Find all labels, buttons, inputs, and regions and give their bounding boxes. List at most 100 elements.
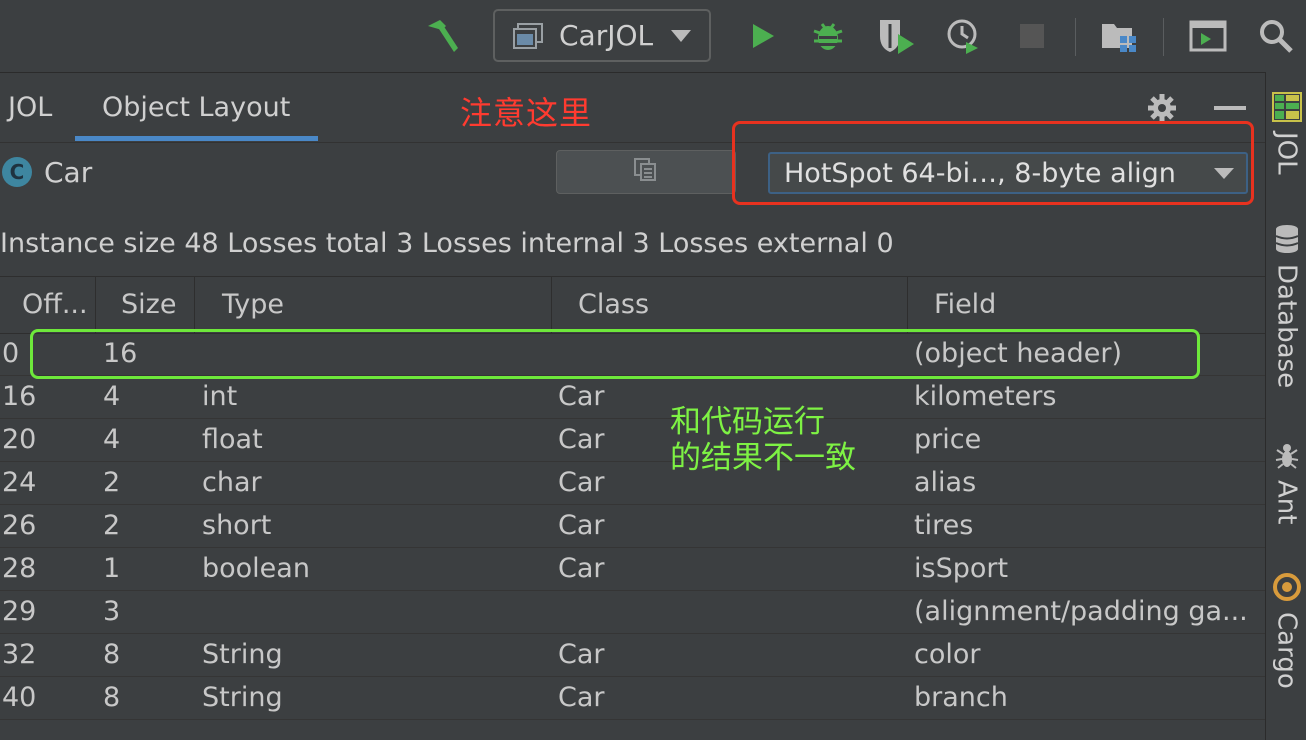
terminal-icon[interactable] <box>1186 14 1230 58</box>
cell-field: tires <box>914 510 974 541</box>
cell-class: Car <box>558 467 605 498</box>
cell-class: Car <box>558 381 605 412</box>
cell-class: Car <box>558 682 605 713</box>
cargo-icon <box>1272 572 1302 606</box>
run-configuration-select[interactable]: CarJOL <box>493 9 711 62</box>
cell-type: char <box>202 467 262 498</box>
project-structure-icon[interactable] <box>1098 14 1142 58</box>
cell-field: color <box>914 639 981 670</box>
table-row[interactable]: 20 4 float Car price <box>0 419 1265 462</box>
cell-type: short <box>202 510 272 541</box>
cell-size: 8 <box>103 682 121 713</box>
toolbar-separator <box>1163 18 1164 56</box>
table-row[interactable]: 16 4 int Car kilometers <box>0 376 1265 419</box>
active-tab-indicator <box>75 136 318 141</box>
cell-field: branch <box>914 682 1008 713</box>
annotation-green: 和代码运行 的结果不一致 <box>670 404 856 476</box>
tab-object-layout[interactable]: Object Layout <box>102 92 290 123</box>
cell-field: kilometers <box>914 381 1057 412</box>
column-divider[interactable] <box>907 277 908 333</box>
toolbar-separator <box>1075 18 1076 56</box>
run-icon[interactable] <box>740 14 784 58</box>
table-row[interactable]: 29 3 (alignment/padding ga... <box>0 591 1265 634</box>
gear-icon[interactable] <box>1146 92 1178 124</box>
sidebar-item-label: Ant <box>1271 480 1302 525</box>
column-type[interactable]: Type <box>222 289 284 320</box>
search-icon[interactable] <box>1254 14 1298 58</box>
cell-type: String <box>202 639 283 670</box>
cell-offset: 32 <box>2 639 37 670</box>
column-size[interactable]: Size <box>121 289 176 320</box>
sidebar-item-ant[interactable]: Ant <box>1266 440 1306 524</box>
cell-class: Car <box>558 510 605 541</box>
cell-offset: 29 <box>2 596 37 627</box>
sidebar-item-label: JOL <box>1271 132 1302 175</box>
cell-offset: 16 <box>2 381 37 412</box>
cell-type: int <box>202 381 238 412</box>
column-field[interactable]: Field <box>934 289 996 320</box>
copy-button[interactable] <box>556 150 736 194</box>
red-highlight-box <box>732 121 1254 205</box>
sidebar-item-label: Cargo <box>1271 612 1302 689</box>
main-toolbar: CarJOL <box>0 0 1306 73</box>
cell-size: 8 <box>103 639 121 670</box>
cell-offset: 40 <box>2 682 37 713</box>
ant-icon <box>1273 440 1301 474</box>
cell-size: 1 <box>103 553 121 584</box>
cell-offset: 28 <box>2 553 37 584</box>
sidebar-item-jol[interactable]: JOL <box>1266 92 1306 175</box>
coverage-icon[interactable] <box>874 14 918 58</box>
column-divider[interactable] <box>551 277 552 333</box>
table-row[interactable]: 32 8 String Car color <box>0 634 1265 677</box>
right-tool-bar: JOL Database Ant Cargo <box>1265 72 1306 740</box>
jol-icon <box>1271 92 1302 126</box>
annotation-red: 注意这里 <box>460 94 593 132</box>
annotation-green-line2: 的结果不一致 <box>670 440 856 476</box>
cell-size: 2 <box>103 510 121 541</box>
run-configuration-label: CarJOL <box>559 19 654 52</box>
tab-jol[interactable]: JOL <box>8 92 52 123</box>
minimize-icon[interactable] <box>1214 106 1246 110</box>
cell-size: 2 <box>103 467 121 498</box>
cell-size: 4 <box>103 424 121 455</box>
window-icon <box>513 22 543 49</box>
column-divider[interactable] <box>194 277 195 333</box>
table-row[interactable]: 26 2 short Car tires <box>0 505 1265 548</box>
column-divider[interactable] <box>95 277 96 333</box>
table-header: Off... Size Type Class Field <box>0 276 1265 334</box>
sidebar-item-database[interactable]: Database <box>1266 224 1306 388</box>
cell-type: String <box>202 682 283 713</box>
profile-icon[interactable] <box>942 14 986 58</box>
table-row[interactable]: 40 8 String Car branch <box>0 677 1265 720</box>
annotation-green-line1: 和代码运行 <box>670 404 825 440</box>
chevron-down-icon <box>671 29 691 42</box>
cell-size: 4 <box>103 381 121 412</box>
database-icon <box>1273 224 1301 258</box>
stop-icon[interactable] <box>1010 14 1054 58</box>
column-class[interactable]: Class <box>578 289 649 320</box>
hammer-icon[interactable] <box>420 14 464 58</box>
cell-offset: 26 <box>2 510 37 541</box>
cell-class: Car <box>558 639 605 670</box>
cell-field: isSport <box>914 553 1009 584</box>
table-row[interactable]: 24 2 char Car alias <box>0 462 1265 505</box>
green-highlight-box <box>30 329 1200 379</box>
cell-offset: 0 <box>2 338 20 369</box>
layout-table: 0 16 (object header) 16 4 int Car kilome… <box>0 333 1265 720</box>
cell-size: 3 <box>103 596 121 627</box>
copy-icon <box>633 157 659 187</box>
column-offset[interactable]: Off... <box>22 289 88 320</box>
instance-summary: Instance size 48 Losses total 3 Losses i… <box>0 228 894 259</box>
cell-field: price <box>914 424 982 455</box>
class-icon: C <box>2 157 32 187</box>
cell-type: float <box>202 424 263 455</box>
sidebar-item-cargo[interactable]: Cargo <box>1266 572 1306 689</box>
cell-field: alias <box>914 467 977 498</box>
table-row[interactable]: 28 1 boolean Car isSport <box>0 548 1265 591</box>
cell-class: Car <box>558 553 605 584</box>
cell-field: (alignment/padding ga... <box>914 596 1248 627</box>
cell-class: Car <box>558 424 605 455</box>
debug-icon[interactable] <box>806 14 850 58</box>
cell-type: boolean <box>202 553 310 584</box>
sidebar-item-label: Database <box>1271 264 1302 389</box>
